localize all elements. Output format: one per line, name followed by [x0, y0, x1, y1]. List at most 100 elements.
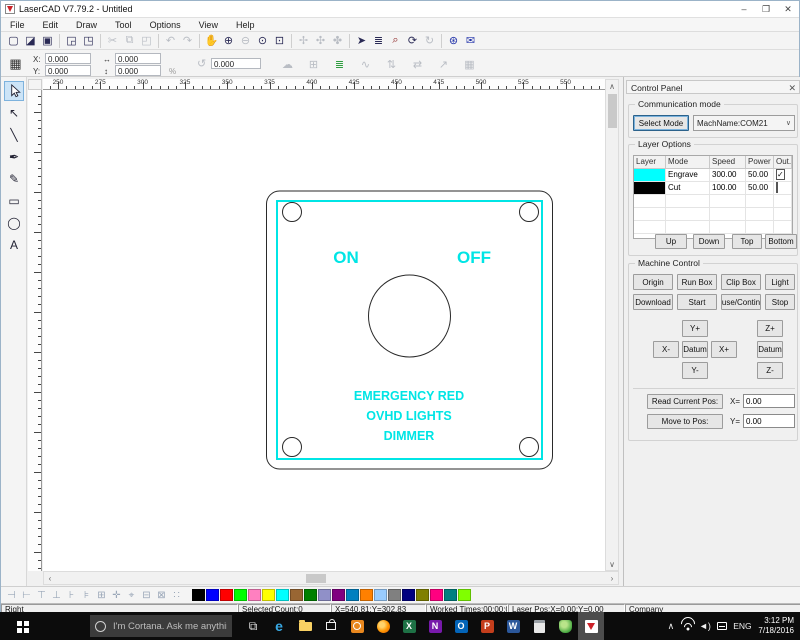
stop-button[interactable]: Stop	[765, 294, 795, 310]
column-header[interactable]: Out...	[774, 156, 792, 168]
select-mode-button[interactable]: Select Mode	[633, 115, 689, 131]
layer-cell[interactable]: 100.00	[710, 182, 746, 194]
close-button[interactable]: ✕	[777, 1, 799, 17]
color-swatch-2[interactable]	[206, 589, 219, 601]
pen-tool[interactable]: ✒	[4, 147, 24, 167]
cortana-search-box[interactable]: I'm Cortana. Ask me anything.	[90, 615, 232, 637]
distribute-h-icon[interactable]: ⌖	[124, 588, 139, 602]
datum-z-button[interactable]: Datum	[757, 341, 783, 358]
color-swatch-1[interactable]	[192, 589, 205, 601]
color-swatch-20[interactable]	[458, 589, 471, 601]
light-button[interactable]: Light	[765, 274, 795, 290]
speaker-icon[interactable]: ◄)	[696, 612, 713, 640]
output-checkbox[interactable]: ✓	[776, 169, 785, 180]
rectangle-tool[interactable]: ▭	[4, 191, 24, 211]
lasercad-taskbar-icon[interactable]	[578, 612, 604, 640]
layer-table[interactable]: LayerModeSpeedPowerOut...Engrave300.0050…	[633, 155, 793, 239]
y-input[interactable]: 0.000	[45, 65, 91, 76]
tray-chevron-icon[interactable]: ∧	[662, 612, 679, 640]
vertical-scrollbar[interactable]: ∧ ∨	[605, 79, 619, 571]
color-swatch-8[interactable]	[290, 589, 303, 601]
notification-icon[interactable]	[713, 612, 730, 640]
layer-down-button[interactable]: Down	[693, 234, 725, 249]
layer-row[interactable]: Cut100.0050.00	[634, 182, 792, 195]
layer-bottom-button[interactable]: Bottom	[765, 234, 797, 249]
pan-icon[interactable]: ✋	[203, 33, 220, 49]
open-file-icon[interactable]: ◪	[22, 33, 39, 49]
color-swatch-11[interactable]	[332, 589, 345, 601]
store-icon[interactable]	[318, 612, 344, 640]
layer-top-button[interactable]: Top	[732, 234, 762, 249]
file-explorer-icon[interactable]	[292, 612, 318, 640]
height-input[interactable]: 0.000	[115, 65, 161, 76]
vertical-scroll-thumb[interactable]	[608, 94, 617, 128]
origin-button[interactable]: Origin	[633, 274, 673, 290]
column-header[interactable]: Mode	[666, 156, 710, 168]
column-header[interactable]: Speed	[710, 156, 746, 168]
maximize-button[interactable]: ❐	[755, 1, 777, 17]
start-button[interactable]	[0, 612, 44, 640]
run-box-button[interactable]: Run Box	[677, 274, 717, 290]
color-swatch-14[interactable]	[374, 589, 387, 601]
import-icon[interactable]: ◲	[63, 33, 80, 49]
rotate-input[interactable]: 0.000	[211, 58, 261, 69]
read-current-pos-button[interactable]: Read Current Pos:	[647, 394, 723, 409]
clip-box-button[interactable]: Clip Box	[721, 274, 761, 290]
mount-hole-bottom-right[interactable]	[520, 438, 539, 457]
color-swatch-12[interactable]	[346, 589, 359, 601]
jog-z-minus-button[interactable]: Z-	[757, 362, 783, 379]
layers-icon[interactable]: ≣	[331, 56, 348, 72]
label-line3-text[interactable]: DIMMER	[384, 429, 435, 443]
align-center-h-icon[interactable]: ⊦	[64, 588, 79, 602]
edge-icon[interactable]: e	[266, 612, 292, 640]
column-header[interactable]: Power	[746, 156, 774, 168]
move-to-pos-button[interactable]: Move to Pos:	[647, 414, 723, 429]
menu-help[interactable]: Help	[227, 20, 264, 30]
menu-tool[interactable]: Tool	[106, 20, 141, 30]
drawing-canvas[interactable]: ON OFF EMERGENCY RED OVHD LIGHTS DIMMER	[43, 90, 605, 571]
clock[interactable]: 3:12 PM 7/18/2016	[754, 616, 800, 636]
center-page-icon[interactable]: ✛	[109, 588, 124, 602]
panel-close-icon[interactable]: ✕	[788, 83, 796, 94]
zoom-object-icon[interactable]: ⊙	[254, 33, 271, 49]
node-edit-tool[interactable]: ↖	[4, 103, 24, 123]
mount-hole-top-left[interactable]	[283, 203, 302, 222]
array-icon[interactable]: ∷	[169, 588, 184, 602]
outlook-icon[interactable]: O	[448, 612, 474, 640]
off-text[interactable]: OFF	[457, 248, 491, 267]
align-bottom-icon[interactable]: ⊥	[49, 588, 64, 602]
color-swatch-16[interactable]	[402, 589, 415, 601]
line-tool[interactable]: ╲	[4, 125, 24, 145]
mount-hole-top-right[interactable]	[520, 203, 539, 222]
color-swatch-18[interactable]	[430, 589, 443, 601]
output-checkbox[interactable]	[776, 182, 778, 193]
minimize-button[interactable]: –	[733, 1, 755, 17]
scroll-down-arrow[interactable]: ∨	[606, 558, 618, 570]
color-swatch-15[interactable]	[388, 589, 401, 601]
jog-x-minus-button[interactable]: X-	[653, 341, 679, 358]
param-table-icon[interactable]: ≣	[370, 33, 387, 49]
onenote-icon[interactable]: N	[422, 612, 448, 640]
color-swatch-13[interactable]	[360, 589, 373, 601]
align-right-icon[interactable]: ⊢	[19, 588, 34, 602]
anchor-grid-icon[interactable]: ▦	[7, 56, 24, 72]
save-file-icon[interactable]: ▣	[39, 33, 56, 49]
select-tool[interactable]	[4, 81, 24, 101]
pause-continue-button[interactable]: ause/Continu	[721, 294, 761, 310]
color-swatch-6[interactable]	[262, 589, 275, 601]
export-icon[interactable]: ◳	[80, 33, 97, 49]
layer-row[interactable]: Engrave300.0050.00✓	[634, 169, 792, 182]
scroll-up-arrow[interactable]: ∧	[606, 80, 618, 92]
mount-hole-bottom-left[interactable]	[283, 438, 302, 457]
layer-cell[interactable]: 50.00	[746, 182, 774, 194]
menu-edit[interactable]: Edit	[34, 20, 68, 30]
color-swatch-4[interactable]	[234, 589, 247, 601]
on-text[interactable]: ON	[333, 248, 359, 267]
text-tool[interactable]: A	[4, 235, 24, 255]
datum-xy-button[interactable]: Datum	[682, 341, 708, 358]
distribute-v-icon[interactable]: ⊟	[139, 588, 154, 602]
ellipse-tool[interactable]: ◯	[4, 213, 24, 233]
network-icon[interactable]: ⊛	[445, 33, 462, 49]
label-line2-text[interactable]: OVHD LIGHTS	[366, 409, 451, 423]
horizontal-scrollbar[interactable]: ‹ ›	[43, 571, 619, 585]
